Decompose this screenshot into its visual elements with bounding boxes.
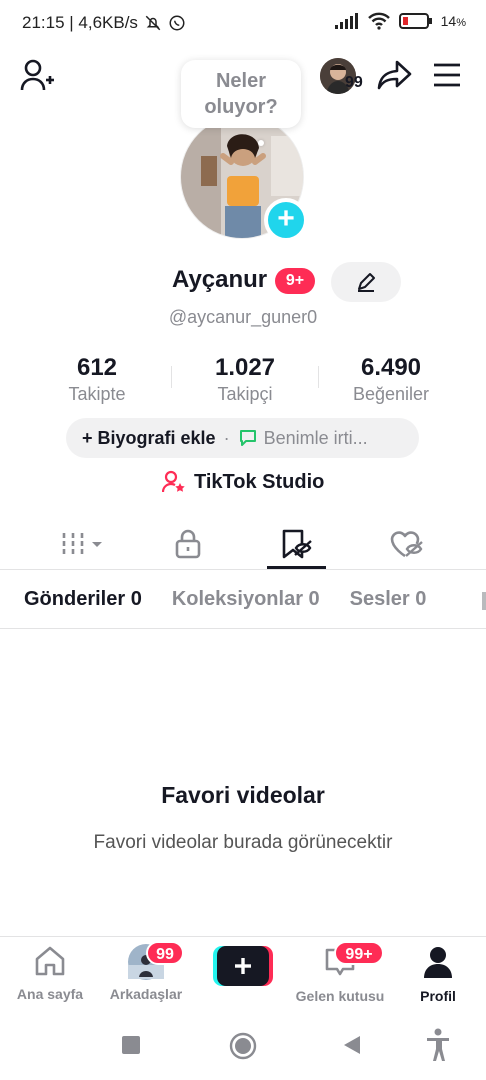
stat-following-label: Takipte [68, 384, 126, 404]
studio-person-star-icon [162, 470, 185, 493]
subtab-collections[interactable]: Koleksiyonlar 0 [172, 588, 320, 611]
nav-inbox-label: Gelen kutusu [295, 988, 385, 1004]
home-circle-icon[interactable] [229, 1032, 257, 1060]
tabs-divider [0, 569, 486, 570]
nav-home[interactable]: Ana sayfa [0, 945, 100, 1002]
stat-followers[interactable]: 1.027 Takipçi [170, 354, 320, 405]
stat-likes-value: 6.490 [360, 354, 422, 381]
content-tabs [0, 518, 486, 570]
home-icon [35, 946, 65, 976]
empty-state-title: Favori videolar [161, 782, 325, 808]
add-photo-button[interactable]: + [264, 198, 308, 242]
lock-icon [175, 529, 201, 559]
subtab-posts[interactable]: Gönderiler 0 [24, 588, 142, 611]
status-bar: 21:15 | 4,6KB/s 14% [0, 0, 486, 46]
accessibility-icon[interactable] [425, 1028, 451, 1062]
more-subtabs-edge [482, 592, 486, 610]
plus-icon: + [277, 202, 295, 235]
tab-liked[interactable] [377, 526, 437, 562]
pencil-icon [358, 273, 375, 292]
system-navigation-bar [0, 1010, 486, 1080]
heart-hidden-icon [390, 531, 423, 558]
create-button[interactable] [213, 946, 273, 986]
contact-me-button[interactable]: Benimle irti... [264, 428, 368, 449]
subtab-sounds[interactable]: Sesler 0 [350, 588, 427, 611]
tab-private[interactable] [158, 526, 218, 562]
edit-profile-button[interactable] [331, 262, 401, 302]
recent-apps-icon[interactable] [121, 1035, 141, 1055]
add-bio-button[interactable]: + Biyografi ekle [82, 428, 216, 449]
back-triangle-icon[interactable] [342, 1034, 362, 1056]
inbox-badge: 99+ [334, 941, 384, 965]
tab-videos[interactable] [52, 526, 112, 562]
wifi-icon [367, 12, 390, 30]
signal-icon [334, 13, 358, 29]
nav-profile-label: Profil [420, 988, 456, 1004]
studio-label: TikTok Studio [194, 470, 325, 493]
stat-followers-label: Takipçi [217, 384, 273, 404]
status-right: 14% [334, 12, 466, 30]
nav-home-label: Ana sayfa [16, 986, 84, 1002]
bio-actions: + Biyografi ekle · Benimle irti... [66, 418, 419, 458]
subtabs-divider [0, 628, 486, 629]
message-icon [239, 430, 256, 446]
menu-icon[interactable] [432, 62, 462, 88]
status-left: 21:15 | 4,6KB/s [22, 13, 186, 33]
status-bubble[interactable]: Neler oluyor? [181, 60, 301, 128]
friends-badge: 99 [146, 941, 184, 965]
nav-friends-label: Arkadaşlar [109, 986, 183, 1002]
share-icon[interactable] [376, 58, 412, 92]
bookmark-hidden-icon [282, 529, 312, 559]
favorites-subtabs: Gönderiler 0 Koleksiyonlar 0 Sesler 0 [24, 588, 426, 611]
battery-level: 14% [441, 13, 466, 29]
bio-separator: · [223, 427, 230, 448]
battery-unit: % [456, 17, 466, 29]
nav-profile[interactable]: Profil [388, 945, 486, 1004]
add-friend-icon[interactable] [20, 58, 56, 92]
bubble-line-1: Neler [215, 70, 267, 92]
status-time: 21:15 | 4,6KB/s [22, 13, 138, 32]
display-name: Ayçanur [172, 266, 268, 293]
tab-favorites[interactable] [267, 526, 327, 562]
grid-bars-icon [62, 533, 102, 555]
stat-followers-value: 1.027 [214, 354, 276, 381]
stat-following[interactable]: 612 Takipte [22, 354, 172, 405]
whatsapp-icon [169, 15, 185, 31]
bubble-tail [258, 140, 264, 146]
empty-state-subtitle: Favori videolar burada görünecektir [93, 832, 393, 853]
battery-percent: 14 [440, 13, 457, 29]
bubble-line-2: oluyor? [204, 96, 278, 118]
mute-bell-icon [145, 15, 161, 31]
username-handle: @aycanur_guner0 [168, 307, 318, 327]
tiktok-studio-link[interactable]: TikTok Studio [162, 470, 324, 494]
profile-person-icon [424, 947, 452, 978]
stat-likes[interactable]: 6.490 Beğeniler [316, 354, 466, 405]
name-badge[interactable]: 9+ [275, 268, 315, 294]
stat-following-value: 612 [76, 354, 118, 381]
battery-icon [398, 13, 432, 29]
stat-likes-label: Beğeniler [352, 384, 430, 404]
story-badge: 99 [345, 74, 363, 91]
